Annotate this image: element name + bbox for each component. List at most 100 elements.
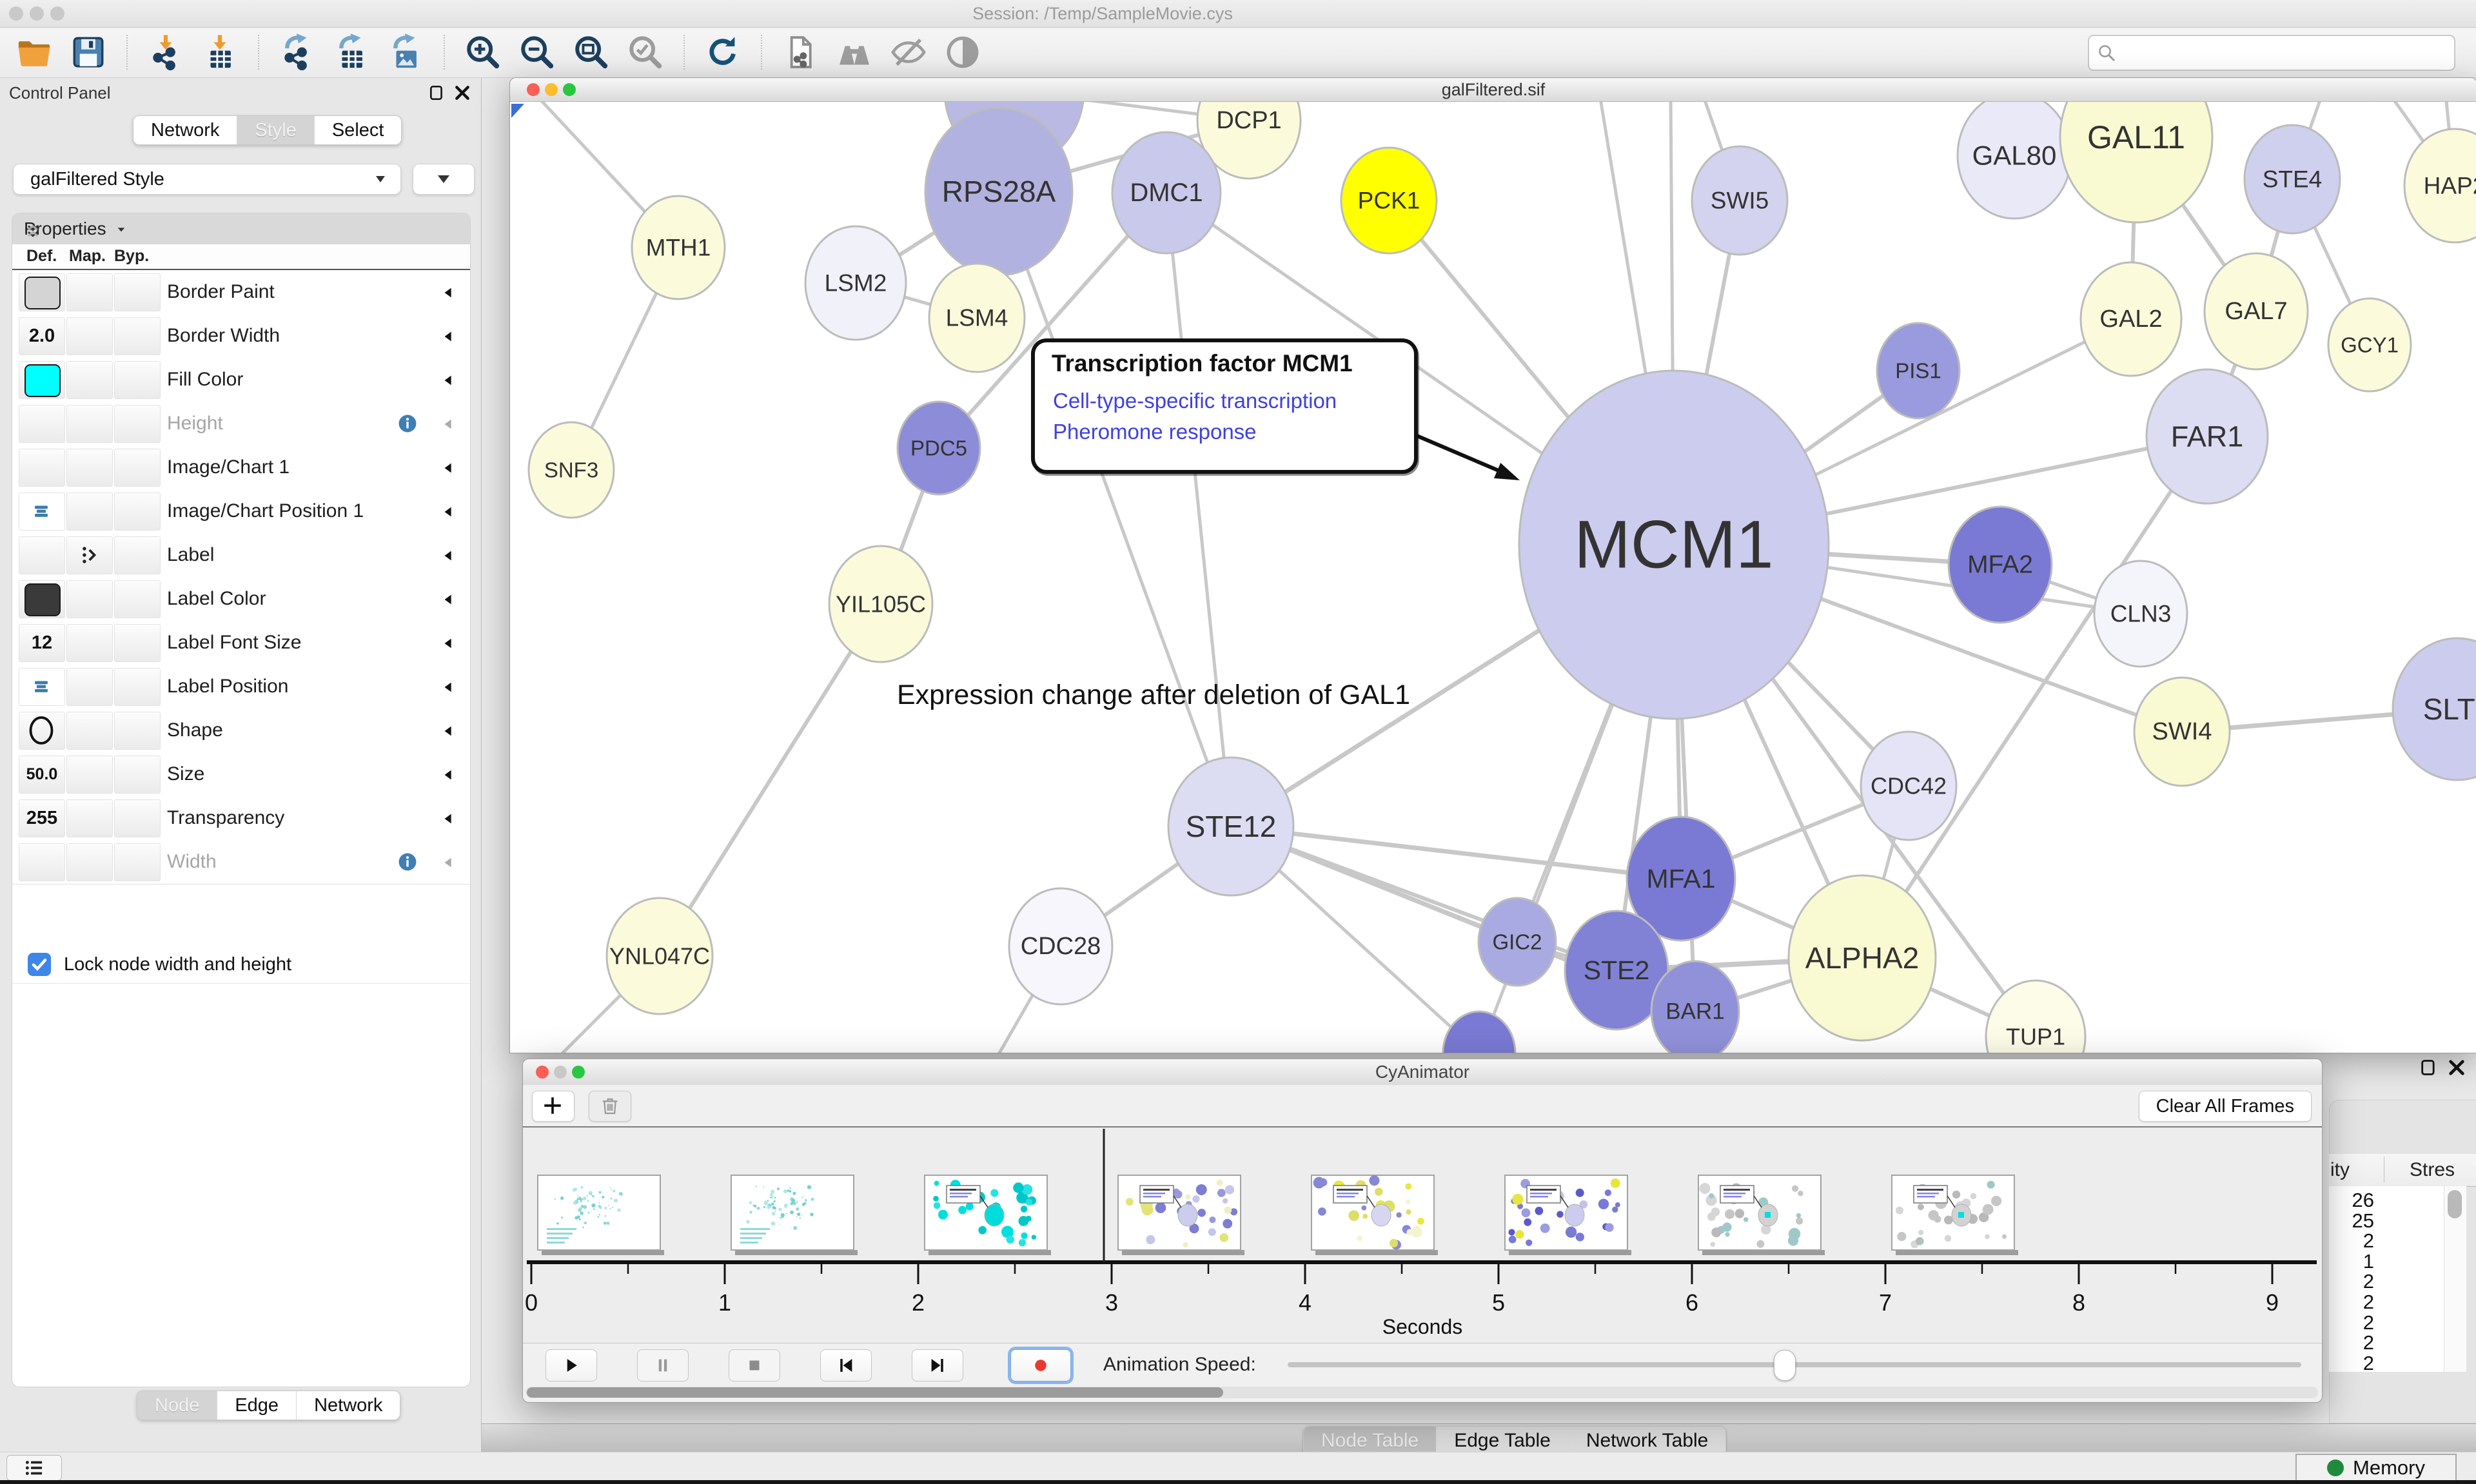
play-button[interactable] xyxy=(545,1349,597,1381)
timeline-frame-thumbnail[interactable] xyxy=(1505,1175,1631,1255)
show-all-icon[interactable] xyxy=(944,34,981,71)
property-row-width[interactable]: Width xyxy=(12,840,470,884)
mapping-cell[interactable] xyxy=(66,361,113,399)
property-row-height[interactable]: Height xyxy=(12,402,470,446)
timeline-frame-thumbnail[interactable] xyxy=(925,1175,1051,1255)
clone-network-icon[interactable] xyxy=(781,34,819,71)
property-row-label-position[interactable]: Label Position xyxy=(12,665,470,709)
float-panel-icon[interactable] xyxy=(2419,1059,2437,1080)
export-network-icon[interactable] xyxy=(279,34,316,71)
table-cell-value[interactable]: 2 xyxy=(2329,1292,2374,1313)
export-table-icon[interactable] xyxy=(333,34,370,71)
network-node-SLT2[interactable]: SLT2 xyxy=(2393,638,2476,780)
table-cell-value[interactable]: 2 xyxy=(2329,1231,2374,1251)
timeline-frame-thumbnail[interactable] xyxy=(1312,1175,1438,1255)
mapping-cell[interactable] xyxy=(66,273,113,311)
default-value-cell[interactable] xyxy=(19,712,65,750)
network-node-MCM1[interactable]: MCM1 xyxy=(1519,371,1829,719)
network-node-LSM4[interactable]: LSM4 xyxy=(929,264,1025,372)
annotation-box[interactable]: Transcription factor MCM1 Cell-type-spec… xyxy=(1031,338,1418,474)
table-cell-value[interactable]: 26 xyxy=(2329,1190,2374,1211)
default-value-cell[interactable] xyxy=(19,405,65,443)
timeline-frame-thumbnail[interactable] xyxy=(538,1175,664,1255)
zoom-selected-icon[interactable] xyxy=(627,34,664,71)
tab-style[interactable]: Style xyxy=(237,116,314,144)
hide-selected-icon[interactable] xyxy=(890,34,927,71)
mapping-cell[interactable] xyxy=(66,712,113,750)
expand-property-icon[interactable] xyxy=(442,592,456,610)
expand-property-icon[interactable] xyxy=(442,549,456,566)
float-panel-icon[interactable] xyxy=(428,84,445,104)
expand-property-icon[interactable] xyxy=(442,812,456,829)
tab-network-table[interactable]: Network Table xyxy=(1569,1427,1726,1455)
style-selector[interactable]: galFiltered Style xyxy=(13,164,401,195)
save-session-icon[interactable] xyxy=(70,34,107,71)
scrollbar-thumb[interactable] xyxy=(527,1387,1223,1398)
scrollbar-thumb[interactable] xyxy=(2448,1190,2462,1218)
search-input[interactable] xyxy=(2088,35,2455,71)
property-row-label[interactable]: Label xyxy=(12,533,470,578)
default-value-cell[interactable] xyxy=(19,273,65,311)
slider-thumb[interactable] xyxy=(1774,1350,1796,1381)
property-row-shape[interactable]: Shape xyxy=(12,708,470,753)
network-node-SWI5[interactable]: SWI5 xyxy=(1692,146,1787,255)
network-node-GCY1[interactable]: GCY1 xyxy=(2328,298,2411,391)
table-cell-value[interactable]: 1 xyxy=(2329,1251,2374,1272)
zoom-out-icon[interactable] xyxy=(518,34,556,71)
fullscreen-window-button[interactable] xyxy=(50,6,64,21)
table-cell-value[interactable]: 25 xyxy=(2329,1211,2374,1231)
network-edge[interactable] xyxy=(999,191,1231,826)
bypass-cell[interactable] xyxy=(114,756,161,794)
column-header[interactable]: ity xyxy=(2330,1159,2350,1181)
pause-button[interactable] xyxy=(637,1349,689,1381)
bypass-cell[interactable] xyxy=(114,712,161,750)
default-value-cell[interactable] xyxy=(19,361,65,399)
timeline-horizontal-scrollbar[interactable] xyxy=(526,1387,2318,1398)
zoom-fit-icon[interactable] xyxy=(573,34,610,71)
memory-button[interactable]: Memory xyxy=(2295,1454,2457,1482)
network-node-LSM2[interactable]: LSM2 xyxy=(805,226,906,340)
bypass-cell[interactable] xyxy=(114,361,161,399)
property-row-border-paint[interactable]: Border Paint xyxy=(12,270,470,315)
network-window-titlebar[interactable]: galFiltered.sif xyxy=(510,78,2476,102)
bypass-cell[interactable] xyxy=(114,405,161,443)
record-button[interactable] xyxy=(1010,1349,1071,1381)
default-value-cell[interactable] xyxy=(19,668,65,706)
table-cell-value[interactable]: 2 xyxy=(2329,1313,2374,1333)
expand-property-icon[interactable] xyxy=(442,417,456,434)
animation-speed-slider[interactable] xyxy=(1288,1362,2301,1367)
mapping-cell[interactable] xyxy=(66,580,113,618)
network-edge[interactable] xyxy=(660,604,881,956)
cyanimator-timeline[interactable]: 0123456789Seconds xyxy=(523,1128,2321,1343)
network-edge[interactable] xyxy=(1166,193,1231,826)
network-node-YIL105C[interactable]: YIL105C xyxy=(829,546,932,662)
tab-edge[interactable]: Edge xyxy=(217,1391,297,1420)
bypass-cell[interactable] xyxy=(114,317,161,355)
mapping-cell[interactable] xyxy=(66,799,113,837)
network-node-PCK1[interactable]: PCK1 xyxy=(1341,148,1437,253)
mapping-cell[interactable] xyxy=(66,668,113,706)
network-node-SNF3[interactable]: SNF3 xyxy=(529,422,614,518)
stop-button[interactable] xyxy=(729,1349,780,1381)
tab-node[interactable]: Node xyxy=(137,1391,217,1420)
property-row-label-color[interactable]: Label Color xyxy=(12,577,470,621)
expand-property-icon[interactable] xyxy=(442,461,456,478)
bypass-cell[interactable] xyxy=(114,580,161,618)
network-node-GAL80[interactable]: GAL80 xyxy=(1958,102,2071,219)
bypass-cell[interactable] xyxy=(114,273,161,311)
network-node-STE12[interactable]: STE12 xyxy=(1168,757,1293,895)
property-row-image-chart-1[interactable]: Image/Chart 1 xyxy=(12,445,470,490)
skip-end-button[interactable] xyxy=(912,1349,963,1381)
default-value-cell[interactable] xyxy=(19,843,65,881)
mapping-cell[interactable] xyxy=(66,843,113,881)
network-node-GAL7[interactable]: GAL7 xyxy=(2205,253,2308,369)
mapping-cell[interactable] xyxy=(66,405,113,443)
network-node-GAL11[interactable]: GAL11 xyxy=(2060,102,2212,222)
zoom-in-icon[interactable] xyxy=(464,34,502,71)
export-image-icon[interactable] xyxy=(387,34,424,71)
tab-network[interactable]: Network xyxy=(297,1391,400,1420)
default-value-cell[interactable]: 2.0 xyxy=(19,317,65,355)
bypass-cell[interactable] xyxy=(114,536,161,574)
network-node-DMC1[interactable]: DMC1 xyxy=(1112,132,1221,253)
network-node-PDC5[interactable]: PDC5 xyxy=(898,402,980,494)
